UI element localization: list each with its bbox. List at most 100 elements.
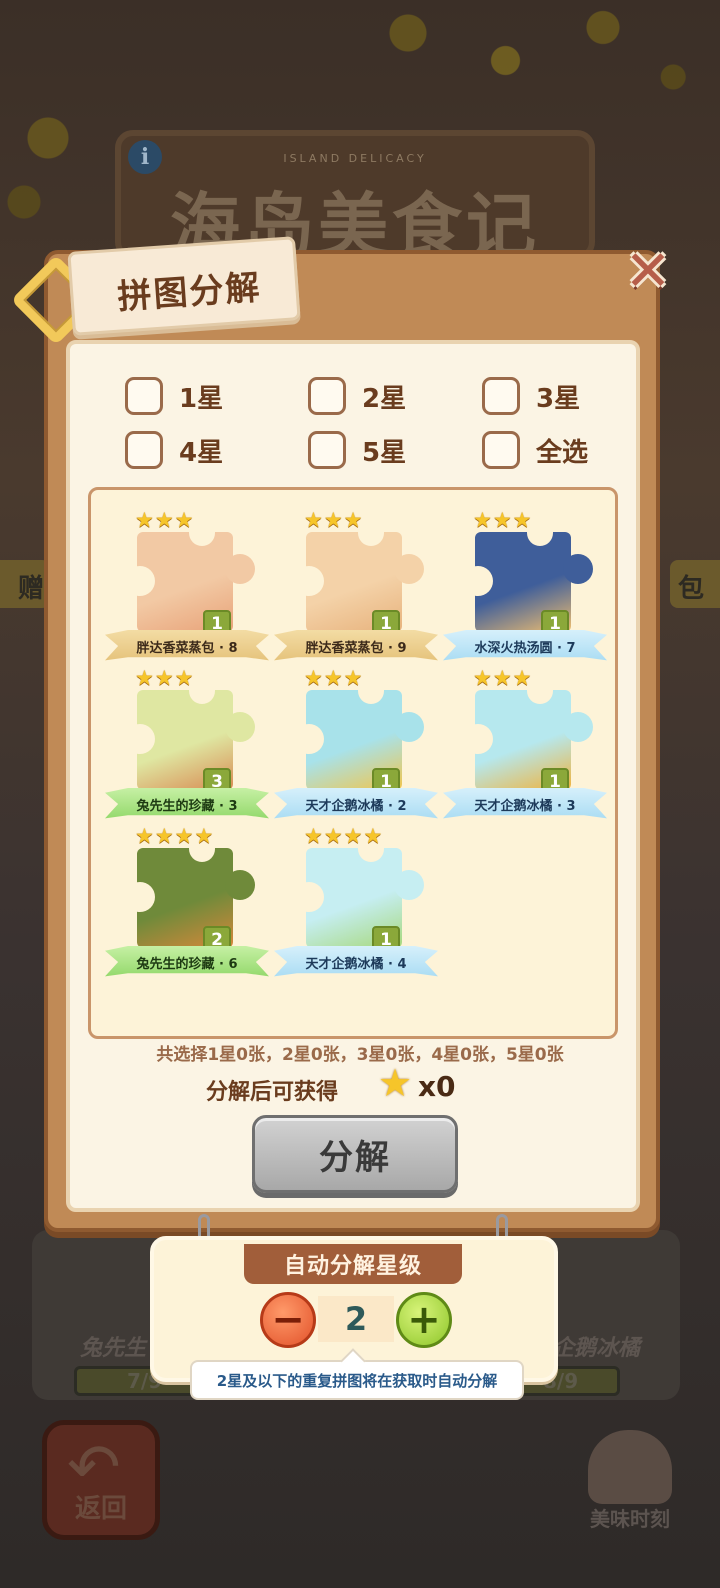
star-icon: ★ <box>512 508 532 532</box>
puzzle-piece-card[interactable]: ★ ★ ★ 1 天才企鹅冰橘 · 2 <box>274 668 438 819</box>
auto-decompose-level: 2 <box>344 1300 368 1338</box>
side-tab-left: 赠 <box>0 560 50 608</box>
star-icon: ★ <box>512 666 532 690</box>
game-title-board: ISLAND DELICACY 海岛美食记 <box>115 130 595 267</box>
close-icon: ✕ <box>624 239 672 304</box>
star-icon: ★ <box>135 508 154 532</box>
piece-name-ribbon: 胖达香菜蒸包 · 9 <box>274 630 438 661</box>
star-rating: ★ ★ ★ <box>135 510 193 531</box>
decrease-level-button[interactable]: − <box>260 1292 316 1348</box>
star-rating: ★ ★ ★ <box>304 668 362 689</box>
piece-name-ribbon: 水深火热汤圆 · 7 <box>443 630 607 661</box>
side-tab-right: 包 <box>670 560 720 608</box>
puzzle-piece-card[interactable]: ★ ★ ★ ★ 1 天才企鹅冰橘 · 4 <box>274 826 438 977</box>
puzzle-piece-tab <box>225 554 255 584</box>
delicious-moment-label: 美味时刻 <box>590 1507 670 1531</box>
increase-level-button[interactable]: + <box>396 1292 452 1348</box>
piece-name: 水深火热汤圆 · 7 <box>474 640 576 656</box>
close-button[interactable]: ✕ <box>620 244 676 300</box>
star-rating: ★ ★ ★ <box>135 668 193 689</box>
auto-decompose-title: 自动分解星级 <box>244 1244 462 1284</box>
decompose-button[interactable]: 分解 <box>252 1115 458 1193</box>
checkbox-5-star[interactable] <box>308 431 346 469</box>
filter-3-star[interactable]: 3星 <box>482 377 580 415</box>
piece-name: 兔先生的珍藏 · 3 <box>136 798 238 814</box>
filter-label: 4星 <box>179 437 224 468</box>
star-icon: ★ <box>304 824 323 848</box>
auto-decompose-tooltip-text: 2星及以下的重复拼图将在获取时自动分解 <box>216 1371 498 1390</box>
star-icon: ★ <box>135 666 154 690</box>
star-icon: ★ <box>194 824 214 848</box>
checkbox-select-all[interactable] <box>482 431 520 469</box>
star-rating: ★ ★ ★ <box>473 668 531 689</box>
star-currency-icon: ★ <box>378 1061 413 1105</box>
checkbox-1-star[interactable] <box>125 377 163 415</box>
auto-decompose-level-display: 2 <box>318 1296 394 1342</box>
star-icon: ★ <box>343 666 363 690</box>
filter-4-star[interactable]: 4星 <box>125 431 223 469</box>
reward-count: x0 <box>418 1070 456 1103</box>
puzzle-piece-grid: ★ ★ ★ 1 胖达香菜蒸包 · 8 ★ ★ ★ 1 胖达香菜蒸包 · 9 ★ ★ ★ 1 … <box>88 487 618 1039</box>
star-icon: ★ <box>363 824 383 848</box>
star-icon: ★ <box>323 666 343 690</box>
piece-name-ribbon: 天才企鹅冰橘 · 3 <box>443 788 607 819</box>
dialog-title: 拼图分解 <box>116 267 263 318</box>
piece-name-ribbon: 兔先生的珍藏 · 3 <box>105 788 269 819</box>
star-rating: ★ ★ ★ <box>304 510 362 531</box>
checkbox-4-star[interactable] <box>125 431 163 469</box>
piece-name: 天才企鹅冰橘 · 3 <box>474 798 576 814</box>
star-icon: ★ <box>473 508 492 532</box>
filter-label: 3星 <box>536 383 581 414</box>
filter-label: 2星 <box>362 383 407 414</box>
delicious-moment-button: 美味时刻 <box>570 1420 690 1540</box>
star-icon: ★ <box>492 508 512 532</box>
piece-name: 胖达香菜蒸包 · 9 <box>305 640 407 656</box>
puzzle-piece-tab <box>225 712 255 742</box>
piece-name-ribbon: 天才企鹅冰橘 · 4 <box>274 946 438 977</box>
puzzle-piece-card[interactable]: ★ ★ ★ 1 胖达香菜蒸包 · 9 <box>274 510 438 661</box>
auto-decompose-title-text: 自动分解星级 <box>283 1254 422 1279</box>
leaves-decoration-left <box>0 90 120 250</box>
puzzle-piece-tab <box>394 554 424 584</box>
star-icon: ★ <box>174 508 194 532</box>
star-rating: ★ ★ ★ ★ <box>304 826 382 847</box>
piece-name-ribbon: 兔先生的珍藏 · 6 <box>105 946 269 977</box>
star-icon: ★ <box>492 666 512 690</box>
info-icon: i <box>128 140 162 174</box>
filter-1-star[interactable]: 1星 <box>125 377 223 415</box>
star-icon: ★ <box>154 666 174 690</box>
filter-2-star[interactable]: 2星 <box>308 377 406 415</box>
puzzle-piece-card[interactable]: ★ ★ ★ 3 兔先生的珍藏 · 3 <box>105 668 269 819</box>
star-icon: ★ <box>304 508 323 532</box>
auto-decompose-tooltip: 2星及以下的重复拼图将在获取时自动分解 <box>190 1360 524 1400</box>
decompose-button-label: 分解 <box>319 1137 391 1178</box>
game-subtitle: ISLAND DELICACY <box>283 152 427 165</box>
star-rating: ★ ★ ★ ★ <box>135 826 213 847</box>
filter-label: 1星 <box>179 383 224 414</box>
checkbox-3-star[interactable] <box>482 377 520 415</box>
star-icon: ★ <box>174 666 194 690</box>
piece-name-ribbon: 天才企鹅冰橘 · 2 <box>274 788 438 819</box>
hamster-cake-icon <box>588 1430 672 1504</box>
filter-5-star[interactable]: 5星 <box>308 431 406 469</box>
osmanthus-leaves-decoration <box>330 0 720 110</box>
puzzle-piece-tab <box>394 870 424 900</box>
puzzle-piece-tab <box>225 870 255 900</box>
star-icon: ★ <box>323 508 343 532</box>
star-icon: ★ <box>473 666 492 690</box>
puzzle-piece-card[interactable]: ★ ★ ★ 1 胖达香菜蒸包 · 8 <box>105 510 269 661</box>
piece-name: 天才企鹅冰橘 · 2 <box>305 798 407 814</box>
back-button: ↶ 返回 <box>42 1420 160 1540</box>
puzzle-piece-tab <box>563 554 593 584</box>
star-icon: ★ <box>154 824 174 848</box>
filter-select-all[interactable]: 全选 <box>482 431 588 469</box>
star-rating: ★ ★ ★ <box>473 510 531 531</box>
puzzle-piece-card[interactable]: ★ ★ ★ 1 水深火热汤圆 · 7 <box>443 510 607 661</box>
dialog-header: 拼图分解 <box>67 236 301 336</box>
star-icon: ★ <box>304 666 323 690</box>
star-icon: ★ <box>343 824 363 848</box>
puzzle-piece-card[interactable]: ★ ★ ★ ★ 2 兔先生的珍藏 · 6 <box>105 826 269 977</box>
puzzle-piece-card[interactable]: ★ ★ ★ 1 天才企鹅冰橘 · 3 <box>443 668 607 819</box>
checkbox-2-star[interactable] <box>308 377 346 415</box>
filter-label: 5星 <box>362 437 407 468</box>
